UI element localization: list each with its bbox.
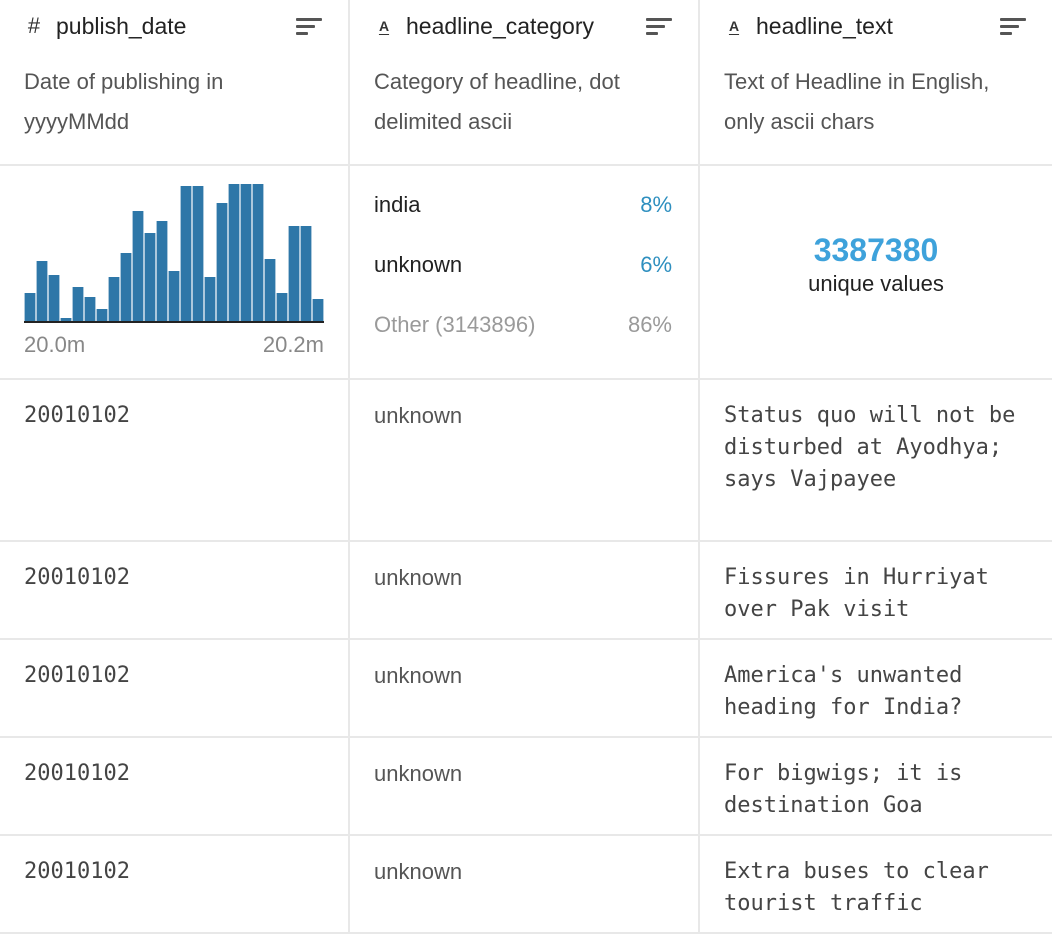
histogram-bar[interactable]	[216, 203, 228, 321]
row-divider	[0, 834, 1052, 836]
category-distribution: india 8% unknown 6% Other (3143896) 86%	[374, 192, 672, 372]
column-headline-category: A headline_category Category of headline…	[350, 0, 700, 934]
string-type-icon: A	[378, 18, 390, 34]
table-cell[interactable]: Status quo will not be disturbed at Ayod…	[700, 380, 1052, 540]
histogram-bar[interactable]	[252, 184, 264, 321]
row-divider	[0, 378, 1052, 380]
histogram-bar[interactable]	[24, 293, 36, 321]
category-percent: 8%	[640, 192, 672, 217]
histogram-bar[interactable]	[156, 221, 168, 321]
table-cell[interactable]: 20010102	[0, 380, 348, 540]
histogram-bar[interactable]	[288, 226, 300, 321]
data-table: # publish_date Date of publishing in yyy…	[0, 0, 1052, 934]
histogram-bar[interactable]	[132, 211, 144, 321]
histogram-bar[interactable]	[48, 275, 60, 321]
unique-values-summary: 3387380 unique values	[700, 232, 1052, 297]
histogram-bar[interactable]	[240, 184, 252, 321]
category-stat-row: unknown 6%	[374, 252, 672, 312]
histogram: 20.0m 20.2m	[24, 182, 324, 358]
histogram-chart	[24, 184, 324, 323]
column-headline-text: A headline_text Text of Headline in Engl…	[700, 0, 1052, 934]
histogram-bar[interactable]	[264, 259, 276, 321]
table-cell[interactable]: America's unwanted heading for India?	[700, 640, 1052, 736]
table-cell[interactable]: For bigwigs; it is destination Goa	[700, 738, 1052, 834]
column-header[interactable]: A headline_text Text of Headline in Engl…	[700, 0, 1052, 164]
table-cell[interactable]: 20010102	[0, 836, 348, 932]
histogram-min-label: 20.0m	[24, 332, 86, 357]
sort-icon[interactable]	[294, 15, 324, 37]
row-divider	[0, 638, 1052, 640]
string-type-icon: A	[728, 18, 740, 34]
table-cell[interactable]: 20010102	[0, 542, 348, 638]
histogram-bar[interactable]	[108, 277, 120, 321]
column-header[interactable]: A headline_category Category of headline…	[350, 0, 698, 164]
histogram-bar[interactable]	[120, 253, 132, 321]
row-divider	[0, 164, 1052, 166]
histogram-bar[interactable]	[96, 309, 108, 321]
column-description: Date of publishing in yyyyMMdd	[24, 69, 224, 134]
histogram-bar[interactable]	[84, 297, 96, 321]
unique-label: unique values	[808, 271, 944, 296]
table-cell[interactable]: unknown	[350, 542, 698, 638]
table-cell[interactable]: unknown	[350, 640, 698, 736]
category-percent: 86%	[627, 312, 672, 337]
column-description: Category of headline, dot delimited asci…	[374, 69, 620, 134]
category-name: Other (3143896)	[374, 312, 536, 337]
histogram-bar[interactable]	[192, 186, 204, 321]
sort-icon[interactable]	[644, 15, 674, 37]
histogram-bar[interactable]	[300, 226, 312, 321]
column-description: Text of Headline in English, only ascii …	[724, 69, 990, 134]
row-divider	[0, 540, 1052, 542]
column-name: publish_date	[56, 12, 187, 39]
table-cell[interactable]: Fissures in Hurriyat over Pak visit	[700, 542, 1052, 638]
column-header[interactable]: # publish_date Date of publishing in yyy…	[0, 0, 348, 164]
column-stats: india 8% unknown 6% Other (3143896) 86%	[350, 166, 698, 378]
category-name: india	[374, 192, 421, 217]
category-name: unknown	[374, 252, 463, 277]
histogram-bar[interactable]	[228, 184, 240, 321]
numeric-type-icon: #	[27, 13, 41, 38]
histogram-max-label: 20.2m	[262, 332, 324, 357]
table-cell[interactable]: unknown	[350, 738, 698, 834]
unique-count: 3387380	[813, 232, 939, 268]
column-publish-date: # publish_date Date of publishing in yyy…	[0, 0, 350, 934]
histogram-bar[interactable]	[312, 299, 324, 321]
category-stat-row-other: Other (3143896) 86%	[374, 312, 672, 372]
column-name: headline_category	[406, 12, 594, 39]
row-divider	[0, 736, 1052, 738]
histogram-bar[interactable]	[168, 271, 180, 321]
column-stats: 20.0m 20.2m	[0, 166, 348, 378]
column-stats: 3387380 unique values	[700, 166, 1052, 378]
category-percent: 6%	[640, 252, 672, 277]
category-stat-row: india 8%	[374, 192, 672, 252]
table-cell[interactable]: 20010102	[0, 640, 348, 736]
histogram-bar[interactable]	[72, 287, 84, 321]
table-cell[interactable]: unknown	[350, 836, 698, 932]
table-cell[interactable]: 20010102	[0, 738, 348, 834]
histogram-bar[interactable]	[144, 233, 156, 321]
sort-icon[interactable]	[998, 15, 1028, 37]
histogram-bar[interactable]	[276, 293, 288, 321]
histogram-bar[interactable]	[60, 318, 72, 321]
table-cell[interactable]: Extra buses to clear tourist traffic	[700, 836, 1052, 932]
histogram-bar[interactable]	[36, 261, 48, 321]
column-name: headline_text	[756, 12, 893, 39]
histogram-bar[interactable]	[204, 277, 216, 321]
table-cell[interactable]: unknown	[350, 380, 698, 540]
histogram-bar[interactable]	[180, 186, 192, 321]
